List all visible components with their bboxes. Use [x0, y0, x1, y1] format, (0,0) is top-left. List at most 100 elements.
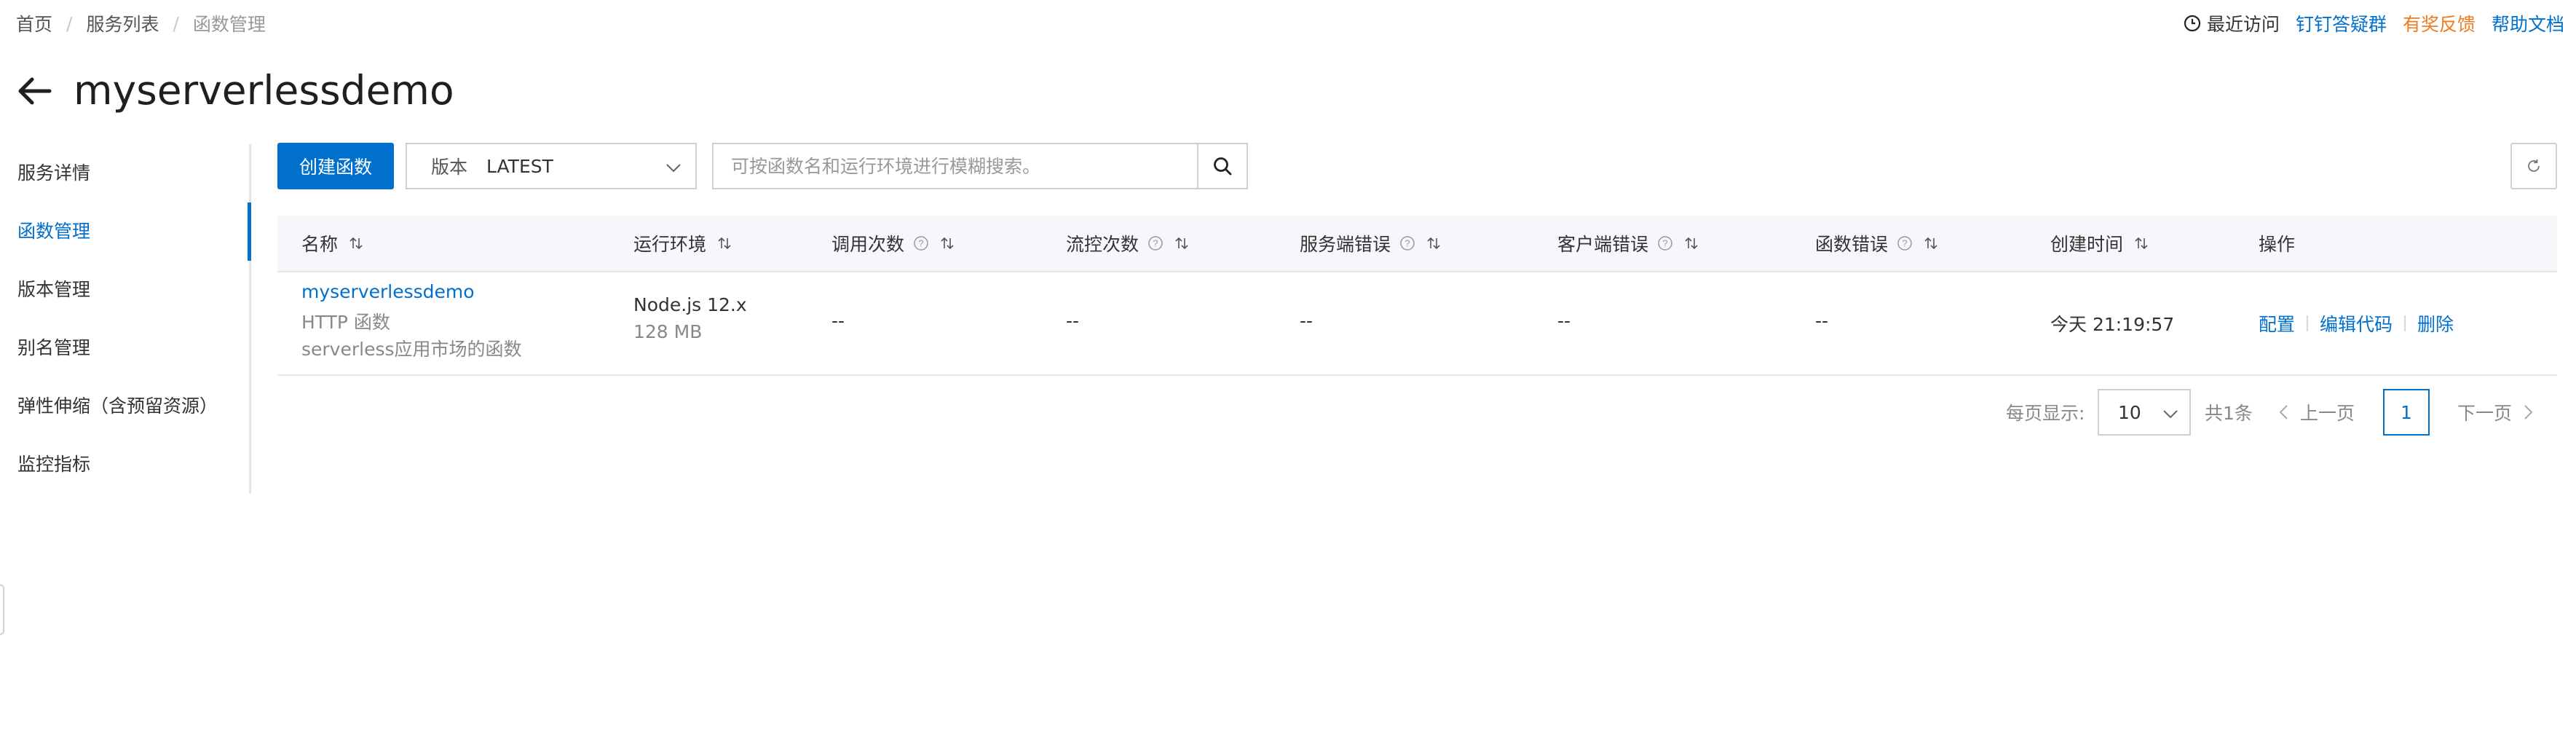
svg-text:?: ?	[1662, 238, 1667, 249]
column-header-function-errors[interactable]: 函数错误 ?	[1815, 216, 1939, 271]
top-links: 最近访问 钉钉答疑群 有奖反馈 帮助文档	[2184, 10, 2564, 36]
sidebar-item-version-management[interactable]: 版本管理	[17, 275, 90, 304]
sort-icon[interactable]	[2133, 235, 2149, 251]
action-divider	[2404, 315, 2406, 331]
search-input[interactable]	[714, 144, 1175, 188]
sort-icon[interactable]	[1683, 235, 1699, 251]
breadcrumb-service-list[interactable]: 服务列表	[86, 10, 159, 36]
row-actions: 配置 编辑代码 删除	[2259, 310, 2454, 336]
prev-page-label: 上一页	[2300, 403, 2355, 424]
page-number-current[interactable]: 1	[2383, 389, 2430, 436]
action-divider	[2307, 315, 2309, 331]
clock-icon	[2184, 15, 2201, 32]
column-header-label: 服务端错误	[1300, 234, 1391, 255]
runtime-value: Node.js 12.x	[633, 294, 747, 315]
column-header-label: 客户端错误	[1557, 234, 1649, 255]
sidebar-item-function-management[interactable]: 函数管理	[17, 217, 90, 246]
sort-icon[interactable]	[716, 235, 732, 251]
recent-visits-label: 最近访问	[2206, 14, 2280, 35]
help-icon[interactable]: ?	[1147, 235, 1163, 251]
configure-link[interactable]: 配置	[2259, 310, 2295, 336]
table-row: myserverlessdemo HTTP 函数 serverless应用市场的…	[277, 272, 2557, 376]
back-arrow-icon[interactable]	[15, 72, 52, 110]
recent-visits-link[interactable]: 最近访问	[2184, 10, 2280, 36]
function-name-link[interactable]: myserverlessdemo	[301, 281, 475, 302]
invocations-value: --	[831, 310, 845, 331]
sort-icon[interactable]	[348, 235, 364, 251]
next-page-button[interactable]: 下一页	[2457, 389, 2535, 436]
help-icon[interactable]: ?	[1657, 235, 1673, 251]
column-header-server-errors[interactable]: 服务端错误 ?	[1300, 216, 1442, 271]
page-title: myserverlessdemo	[74, 67, 454, 114]
sidebar-item-service-details[interactable]: 服务详情	[17, 159, 90, 188]
version-select[interactable]: 版本 LATEST	[406, 143, 697, 189]
per-page-label: 每页显示:	[2006, 403, 2085, 424]
dingtalk-group-link[interactable]: 钉钉答疑群	[2296, 10, 2387, 36]
column-header-label: 调用次数	[831, 234, 905, 255]
delete-link[interactable]: 删除	[2417, 310, 2454, 336]
breadcrumb-separator: /	[173, 12, 179, 34]
help-icon[interactable]: ?	[913, 235, 929, 251]
column-header-label: 流控次数	[1066, 234, 1139, 255]
column-header-name[interactable]: 名称	[301, 216, 364, 271]
column-header-label: 操作	[2259, 234, 2296, 255]
column-header-created-time[interactable]: 创建时间	[2050, 216, 2149, 271]
svg-text:?: ?	[1404, 238, 1410, 249]
edit-code-link[interactable]: 编辑代码	[2320, 310, 2393, 336]
column-header-label: 创建时间	[2050, 234, 2124, 255]
sidebar-item-elastic-scaling[interactable]: 弹性伸缩（含预留资源）	[17, 392, 218, 421]
breadcrumb-separator: /	[66, 12, 73, 34]
throttles-value: --	[1066, 310, 1080, 331]
version-select-label: 版本	[431, 157, 468, 178]
sort-icon[interactable]	[1426, 235, 1442, 251]
feedback-link[interactable]: 有奖反馈	[2403, 10, 2476, 36]
search-button[interactable]	[1197, 144, 1246, 188]
created-time-value: 今天 21:19:57	[2050, 314, 2175, 335]
column-header-throttles[interactable]: 流控次数 ?	[1066, 216, 1190, 271]
total-count: 共1条	[2205, 403, 2253, 424]
chevron-down-icon	[2163, 410, 2178, 419]
prev-page-button[interactable]: 上一页	[2277, 389, 2355, 436]
create-function-button[interactable]: 创建函数	[277, 143, 394, 189]
column-header-invocations[interactable]: 调用次数 ?	[831, 216, 955, 271]
table-header: 名称 运行环境 调用次数 ? 流控次数 ? 服务端错误 ? 客户端错误 ? 函数…	[277, 216, 2557, 272]
svg-text:?: ?	[1902, 238, 1907, 249]
breadcrumb-current: 函数管理	[192, 14, 266, 35]
help-docs-link[interactable]: 帮助文档	[2492, 10, 2564, 36]
column-header-label: 运行环境	[633, 234, 707, 255]
sort-icon[interactable]	[1923, 235, 1939, 251]
refresh-button[interactable]	[2510, 143, 2557, 189]
sidebar: 服务详情 函数管理 版本管理 别名管理 弹性伸缩（含预留资源） 监控指标	[0, 144, 251, 494]
column-header-client-errors[interactable]: 客户端错误 ?	[1557, 216, 1699, 271]
svg-text:?: ?	[1153, 238, 1158, 249]
function-type: HTTP 函数	[301, 312, 390, 333]
chevron-down-icon	[666, 164, 681, 173]
next-page-label: 下一页	[2457, 403, 2513, 424]
svg-text:?: ?	[918, 238, 923, 249]
column-header-label: 名称	[301, 234, 339, 255]
sort-icon[interactable]	[939, 235, 955, 251]
help-icon[interactable]: ?	[1897, 235, 1913, 251]
sort-icon[interactable]	[1174, 235, 1190, 251]
sidebar-item-alias-management[interactable]: 别名管理	[17, 334, 90, 363]
chevron-left-icon	[2279, 405, 2288, 420]
version-select-value: LATEST	[486, 155, 553, 177]
search-box	[712, 143, 1248, 189]
column-header-label: 函数错误	[1815, 234, 1889, 255]
breadcrumb-home[interactable]: 首页	[16, 10, 52, 36]
function-description: serverless应用市场的函数	[301, 339, 522, 360]
function-errors-value: --	[1815, 310, 1829, 331]
sidebar-item-monitoring[interactable]: 监控指标	[17, 450, 90, 479]
help-icon[interactable]: ?	[1399, 235, 1415, 251]
side-drawer-handle[interactable]	[0, 584, 4, 635]
breadcrumb: 首页 / 服务列表 / 函数管理	[16, 10, 266, 36]
chevron-right-icon	[2524, 405, 2533, 420]
page-size-value: 10	[2118, 401, 2141, 423]
memory-value: 128 MB	[633, 321, 703, 342]
server-errors-value: --	[1300, 310, 1313, 331]
page-size-select[interactable]: 10	[2098, 389, 2191, 436]
search-icon	[1214, 157, 1232, 176]
column-header-actions: 操作	[2259, 216, 2295, 271]
column-header-runtime[interactable]: 运行环境	[633, 216, 732, 271]
refresh-icon	[2528, 160, 2540, 172]
